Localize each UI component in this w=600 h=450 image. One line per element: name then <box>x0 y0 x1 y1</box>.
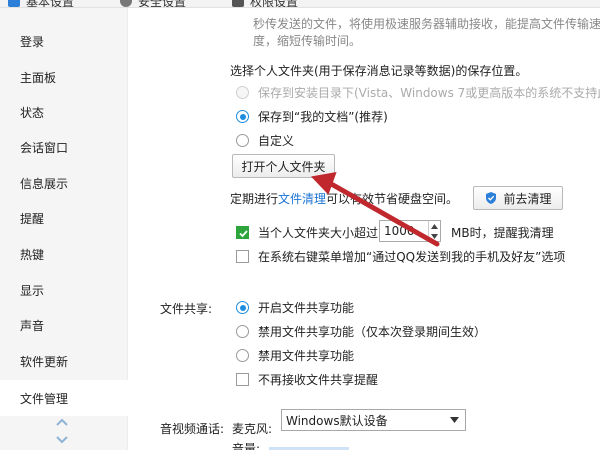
annotation-arrow-icon <box>310 172 440 247</box>
